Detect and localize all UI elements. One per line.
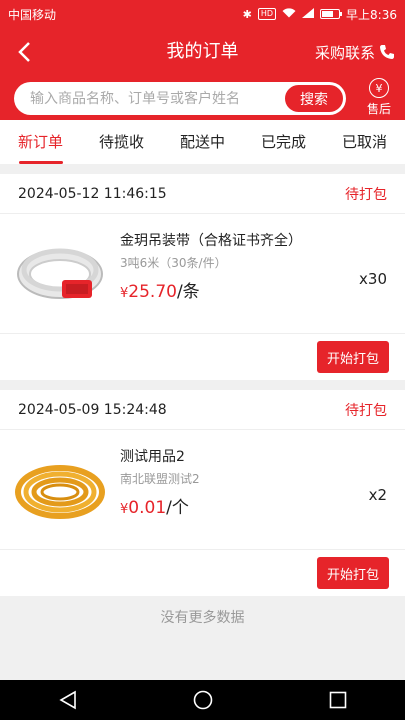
price-unit: /个 — [166, 498, 189, 518]
start-packing-button[interactable]: 开始打包 — [316, 341, 389, 373]
system-recents-button[interactable] — [318, 680, 358, 720]
order-header: 2024-05-09 15:24:48 待打包 — [0, 390, 405, 430]
square-recents-icon — [329, 691, 346, 709]
order-card: 2024-05-09 15:24:48 待打包 测试用品2 南北联盟测试2 ¥0… — [0, 390, 405, 596]
wifi-icon — [282, 8, 296, 20]
nav-bar: 我的订单 采购联系 — [0, 28, 405, 76]
search-input[interactable] — [30, 82, 280, 115]
product-name: 测试用品2 — [120, 449, 185, 465]
system-nav-bar — [0, 680, 405, 720]
no-more-data-text: 没有更多数据 — [160, 610, 245, 626]
product-name: 金玥吊装带（合格证书齐全） — [120, 233, 302, 249]
tab-completed[interactable]: 已完成 — [243, 120, 324, 164]
product-quantity: x2 — [368, 486, 387, 504]
system-back-button[interactable] — [48, 680, 88, 720]
system-home-button[interactable] — [183, 680, 223, 720]
order-card: 2024-05-12 11:46:15 待打包 金玥吊装带（合格证书齐全） 3吨… — [0, 174, 405, 380]
purchase-contact-label: 采购联系 — [314, 43, 375, 62]
order-header: 2024-05-12 11:46:15 待打包 — [0, 174, 405, 214]
product-price: ¥25.70/条 — [120, 277, 391, 302]
order-footer: 开始打包 — [0, 550, 405, 596]
bluetooth-icon: ✱ — [242, 7, 252, 21]
search-button[interactable]: 搜索 — [284, 84, 344, 113]
order-time: 2024-05-09 15:24:48 — [18, 401, 167, 418]
triangle-back-icon — [58, 690, 76, 710]
hd-badge: HD — [257, 8, 277, 20]
carrier-name: 中国移动 — [8, 7, 57, 22]
product-quantity: x30 — [359, 270, 387, 288]
tab-delivering[interactable]: 配送中 — [162, 120, 243, 164]
clock: 早上8:36 — [346, 7, 397, 22]
price-value: 25.70 — [128, 282, 177, 302]
product-spec: 3吨6米（30条/件） — [120, 256, 227, 270]
start-packing-button[interactable]: 开始打包 — [316, 557, 389, 589]
search-box: 搜索 — [14, 82, 346, 115]
phone-icon — [380, 45, 394, 59]
rope-coil-image — [15, 465, 105, 519]
tab-cancelled[interactable]: 已取消 — [324, 120, 405, 164]
tab-awaiting-pickup[interactable]: 待揽收 — [81, 120, 162, 164]
status-bar: 中国移动 ✱ HD 早上8:36 — [0, 0, 405, 28]
order-item[interactable]: 测试用品2 南北联盟测试2 ¥0.01/个 x2 — [0, 430, 405, 550]
aftersale-button[interactable]: ¥ 售后 — [359, 78, 399, 120]
signal-icon — [302, 8, 315, 20]
product-price: ¥0.01/个 — [120, 493, 391, 518]
order-footer: 开始打包 — [0, 334, 405, 380]
search-bar: 搜索 ¥ 售后 — [0, 76, 405, 120]
aftersale-label: 售后 — [366, 102, 391, 116]
order-status: 待打包 — [345, 186, 387, 203]
sling-belt-image — [17, 248, 103, 299]
refund-icon: ¥ — [369, 78, 389, 98]
circle-home-icon — [193, 690, 212, 710]
purchase-contact-button[interactable]: 采购联系 — [315, 28, 395, 76]
order-tabs: 新订单 待揽收 配送中 已完成 已取消 — [0, 120, 405, 164]
battery-icon — [320, 9, 343, 19]
product-spec: 南北联盟测试2 — [120, 472, 200, 486]
order-item[interactable]: 金玥吊装带（合格证书齐全） 3吨6米（30条/件） ¥25.70/条 x30 — [0, 214, 405, 334]
tab-new-orders[interactable]: 新订单 — [0, 120, 81, 164]
order-time: 2024-05-12 11:46:15 — [18, 185, 167, 202]
order-status: 待打包 — [345, 402, 387, 419]
order-list: 2024-05-12 11:46:15 待打包 金玥吊装带（合格证书齐全） 3吨… — [0, 174, 405, 606]
price-unit: /条 — [176, 282, 200, 302]
price-value: 0.01 — [128, 498, 167, 518]
